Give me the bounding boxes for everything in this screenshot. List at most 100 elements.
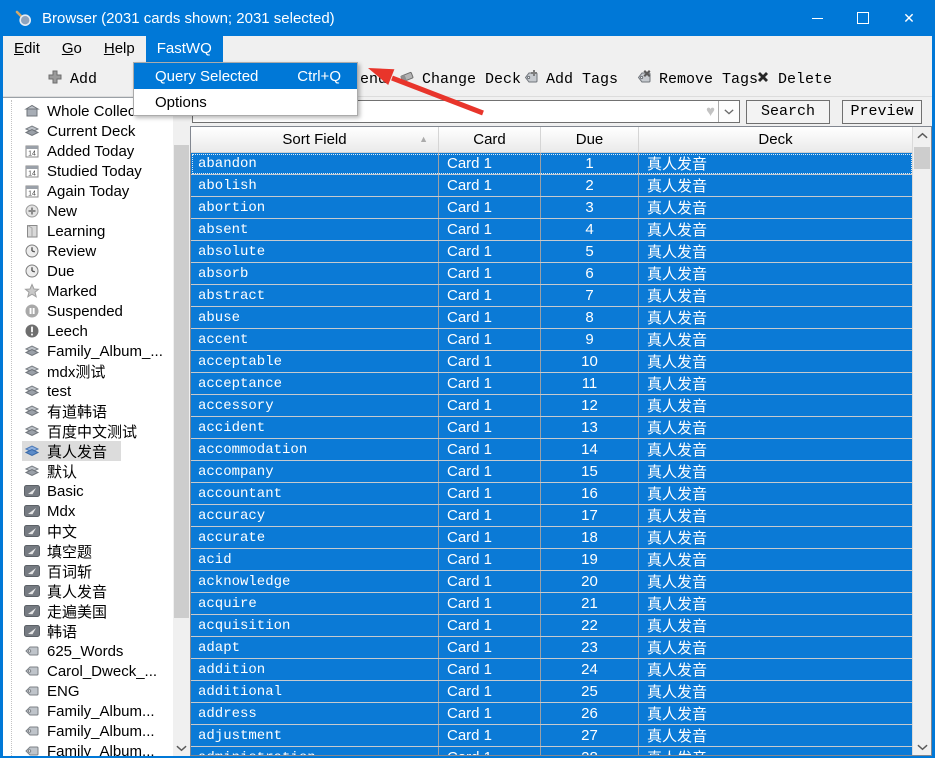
menu-item-edit[interactable]: Edit <box>3 36 51 62</box>
table-row[interactable]: accommodation Card 1 14 真人发音 <box>191 439 913 461</box>
sidebar-item[interactable]: mdx测试 <box>3 361 190 381</box>
table-row[interactable]: accompany Card 1 15 真人发音 <box>191 461 913 483</box>
deck-icon <box>24 383 40 399</box>
table-row[interactable]: adjustment Card 1 27 真人发音 <box>191 725 913 747</box>
sidebar-item[interactable]: Family_Album... <box>3 701 190 721</box>
table-row[interactable]: abandon Card 1 1 真人发音 <box>191 153 913 175</box>
sidebar-item[interactable]: Family_Album... <box>3 721 190 741</box>
sidebar-item[interactable]: 走遍美国 <box>3 601 190 621</box>
sidebar-item[interactable]: 默认 <box>3 461 190 481</box>
table-row[interactable]: accurate Card 1 18 真人发音 <box>191 527 913 549</box>
sidebar-item[interactable]: Learning <box>3 221 190 241</box>
table-row[interactable]: acknowledge Card 1 20 真人发音 <box>191 571 913 593</box>
table-scrollbar[interactable] <box>912 127 931 755</box>
sidebar-item[interactable]: Marked <box>3 281 190 301</box>
sidebar-item[interactable]: Due <box>3 261 190 281</box>
scroll-down-icon[interactable] <box>173 739 190 756</box>
column-header-due[interactable]: Due <box>541 127 639 152</box>
sidebar-item[interactable]: Family_Album... <box>3 741 190 756</box>
scroll-down-icon[interactable] <box>913 738 931 755</box>
sidebar-item[interactable]: 625_Words <box>3 641 190 661</box>
sidebar-item[interactable]: Suspended <box>3 301 190 321</box>
toolbar-item-fragment[interactable]: end <box>360 62 387 96</box>
toolbar-item-remove-tags[interactable]: Remove Tags <box>636 62 758 96</box>
sidebar-item[interactable]: 14 Again Today <box>3 181 190 201</box>
table-row[interactable]: additional Card 1 25 真人发音 <box>191 681 913 703</box>
table-row[interactable]: acquisition Card 1 22 真人发音 <box>191 615 913 637</box>
menu-item-fastwq[interactable]: FastWQ <box>145 36 223 62</box>
table-row[interactable]: addition Card 1 24 真人发音 <box>191 659 913 681</box>
sidebar-item[interactable]: Review <box>3 241 190 261</box>
sidebar-item-label: Current Deck <box>47 122 136 140</box>
sidebar-item[interactable]: 有道韩语 <box>3 401 190 421</box>
table-row[interactable]: abstract Card 1 7 真人发音 <box>191 285 913 307</box>
search-button[interactable]: Search <box>746 99 830 124</box>
table-row[interactable]: accent Card 1 9 真人发音 <box>191 329 913 351</box>
sidebar-item[interactable]: 真人发音 <box>3 581 190 601</box>
sidebar-item[interactable]: 百词斩 <box>3 561 190 581</box>
sidebar-item[interactable]: Carol_Dweck_... <box>3 661 190 681</box>
minimize-button[interactable] <box>794 0 840 36</box>
toolbar-item-change-deck[interactable]: Change Deck <box>399 62 521 96</box>
table-scroll-thumb[interactable] <box>914 147 930 169</box>
sidebar-item[interactable]: Family_Album_... <box>3 341 190 361</box>
sidebar-item[interactable]: 中文 <box>3 521 190 541</box>
menu-item-help[interactable]: Help <box>93 36 146 62</box>
toolbar-item-add-tags[interactable]: Add Tags <box>523 62 618 96</box>
table-row[interactable]: administrationCard 128真人发音 <box>191 747 913 755</box>
sidebar-item-label: test <box>47 382 72 400</box>
sidebar-item[interactable]: 14 Added Today <box>3 141 190 161</box>
sidebar-item-content: 真人发音 <box>22 581 121 601</box>
table-row[interactable]: acceptance Card 1 11 真人发音 <box>191 373 913 395</box>
sidebar-item[interactable]: 韩语 <box>3 621 190 641</box>
sidebar-item-content: Due <box>22 261 89 281</box>
sidebar-item[interactable]: Basic <box>3 481 190 501</box>
table-row[interactable]: absolute Card 1 5 真人发音 <box>191 241 913 263</box>
column-header-sort-field[interactable]: Sort Field ▲ <box>191 127 439 152</box>
cell-due: 11 <box>541 373 639 394</box>
sidebar-item[interactable]: Mdx <box>3 501 190 521</box>
cell-sort-field: accommodation <box>191 439 439 460</box>
column-header-card[interactable]: Card <box>439 127 541 152</box>
sidebar-item[interactable]: 百度中文测试 <box>3 421 190 441</box>
toolbar-item-delete[interactable]: Delete <box>755 62 832 96</box>
sidebar-scrollbar[interactable] <box>173 98 190 756</box>
menu-item-query-selected[interactable]: Query Selected Ctrl+Q <box>134 63 357 89</box>
sidebar-item[interactable]: 14 Studied Today <box>3 161 190 181</box>
sidebar-item[interactable]: ENG <box>3 681 190 701</box>
sidebar-item[interactable]: Leech <box>3 321 190 341</box>
column-header-deck[interactable]: Deck <box>639 127 913 152</box>
table-row[interactable]: address Card 1 26 真人发音 <box>191 703 913 725</box>
table-row[interactable]: absent Card 1 4 真人发音 <box>191 219 913 241</box>
table-row[interactable]: acquire Card 1 21 真人发音 <box>191 593 913 615</box>
table-row[interactable]: accident Card 1 13 真人发音 <box>191 417 913 439</box>
table-row[interactable]: accuracy Card 1 17 真人发音 <box>191 505 913 527</box>
table-row[interactable]: abuse Card 1 8 真人发音 <box>191 307 913 329</box>
table-row[interactable]: absorb Card 1 6 真人发音 <box>191 263 913 285</box>
menu-item-options[interactable]: Options <box>134 89 357 115</box>
table-row[interactable]: abortion Card 1 3 真人发音 <box>191 197 913 219</box>
search-dropdown-button[interactable] <box>718 101 739 122</box>
toolbar-item-add[interactable]: Add <box>47 62 97 96</box>
table-row[interactable]: accountant Card 1 16 真人发音 <box>191 483 913 505</box>
sidebar-item-content: Family_Album... <box>22 721 169 741</box>
scroll-up-icon[interactable] <box>913 127 931 144</box>
sidebar-item[interactable]: test <box>3 381 190 401</box>
maximize-button[interactable] <box>840 0 886 36</box>
cell-deck: 真人发音 <box>647 222 708 239</box>
table-row[interactable]: acid Card 1 19 真人发音 <box>191 549 913 571</box>
table-row[interactable]: adapt Card 1 23 真人发音 <box>191 637 913 659</box>
close-button[interactable]: ✕ <box>886 0 932 36</box>
sidebar-item[interactable]: Current Deck <box>3 121 190 141</box>
table-row[interactable]: abolish Card 1 2 真人发音 <box>191 175 913 197</box>
sidebar-item[interactable]: 填空题 <box>3 541 190 561</box>
preview-button[interactable]: Preview <box>842 99 922 124</box>
table-row[interactable]: acceptable Card 1 10 真人发音 <box>191 351 913 373</box>
menu-item-go[interactable]: Go <box>51 36 93 62</box>
cell-due: 12 <box>541 395 639 416</box>
sidebar-item[interactable]: New <box>3 201 190 221</box>
sidebar-scroll-thumb[interactable] <box>174 145 189 618</box>
sidebar-item[interactable]: 真人发音 <box>3 441 190 461</box>
table-row[interactable]: accessory Card 1 12 真人发音 <box>191 395 913 417</box>
sidebar-item-content: Family_Album... <box>22 741 169 756</box>
